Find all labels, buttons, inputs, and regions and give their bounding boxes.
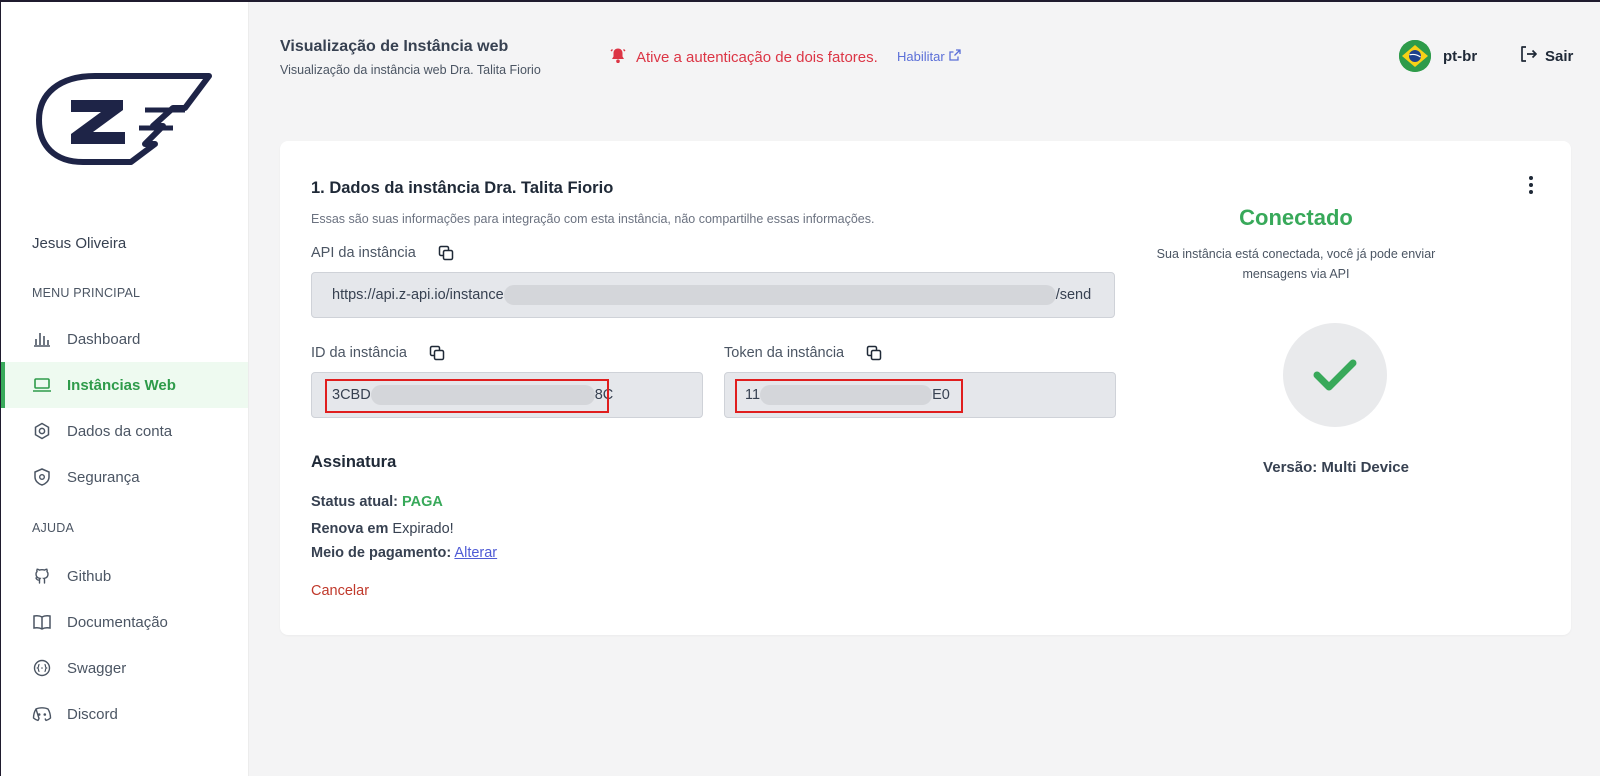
sidebar-item-label: Segurança [67,468,140,486]
language-label: pt-br [1443,47,1478,65]
copy-id-icon[interactable] [429,345,445,361]
sidebar-item-label: Documentação [67,613,168,631]
logout-icon [1519,45,1537,67]
red-highlight-id [325,379,609,413]
bar-chart-icon [32,329,52,349]
sidebar: Jesus Oliveira MENU PRINCIPAL Dashboard … [1,2,249,776]
api-url-suffix: /send [1055,287,1092,303]
enable-2fa-link[interactable]: Habilitar [897,49,961,64]
enable-2fa-label: Habilitar [897,49,945,64]
brazil-flag-icon [1399,40,1431,72]
payment-row: Meio de pagamento: Alterar [311,545,497,561]
sidebar-item-label: Github [67,567,112,585]
status-value: PAGA [402,494,443,510]
redacted-segment [503,285,1056,305]
alert-text: Ative a autenticação de dois fatores. [636,49,878,66]
main-menu-label: MENU PRINCIPAL [32,286,141,300]
swagger-icon [32,658,52,678]
connected-check-icon [1283,323,1387,427]
status-row: Status atual: PAGA [311,494,443,510]
instance-description: Essas são suas informações para integraç… [311,212,875,226]
page-title: Visualização de Instância web [280,38,509,55]
sidebar-item-dashboard[interactable]: Dashboard [1,316,248,362]
logout-button[interactable]: Sair [1519,45,1573,67]
page-subtitle: Visualização da instância web Dra. Talit… [280,63,541,77]
sidebar-item-discord[interactable]: Discord [1,691,248,737]
sidebar-item-github[interactable]: Github [1,553,248,599]
change-payment-link[interactable]: Alterar [454,545,497,561]
sidebar-item-label: Discord [67,705,118,723]
connection-status: Conectado [1239,205,1353,230]
instance-card: 1. Dados da instância Dra. Talita Fiorio… [280,141,1571,635]
help-menu-label: AJUDA [32,521,74,535]
instance-title: 1. Dados da instância Dra. Talita Fiorio [311,179,614,197]
payment-label: Meio de pagamento: [311,545,452,561]
shield-icon [32,467,52,487]
sidebar-item-label: Swagger [67,659,127,677]
gear-icon [32,421,52,441]
user-name: Jesus Oliveira [32,235,127,252]
connection-description: Sua instância está conectada, você já po… [1156,247,1436,281]
copy-api-icon[interactable] [438,245,454,261]
token-label-row: Token da instância [724,345,882,361]
token-label: Token da instância [724,345,845,361]
renew-row: Renova em Expirado! [311,521,454,537]
api-url-prefix: https://api.z-api.io/instance [332,287,504,303]
api-label: API da instância [311,245,416,261]
sidebar-item-seguranca[interactable]: Segurança [1,454,248,500]
copy-token-icon[interactable] [866,345,882,361]
logout-label: Sair [1545,47,1574,65]
api-url-field[interactable]: https://api.z-api.io/instance /send [311,272,1115,318]
bell-icon [610,47,626,68]
github-icon [32,566,52,586]
discord-icon [32,704,52,724]
external-link-icon [949,49,961,64]
sidebar-item-dados-da-conta[interactable]: Dados da conta [1,408,248,454]
version-label: Versão: Multi Device [1263,459,1409,476]
subscription-title: Assinatura [311,453,397,471]
sidebar-item-label: Dados da conta [67,422,173,440]
laptop-icon [32,375,52,395]
id-label: ID da instância [311,345,407,361]
status-label: Status atual: [311,494,399,510]
book-icon [32,612,52,632]
api-label-row: API da instância [311,245,454,261]
sidebar-item-label: Dashboard [67,330,141,348]
sidebar-item-documentacao[interactable]: Documentação [1,599,248,645]
sidebar-item-swagger[interactable]: Swagger [1,645,248,691]
two-factor-alert: Ative a autenticação de dois fatores. [610,47,878,68]
renew-value: Expirado! [392,521,454,537]
more-options-icon[interactable] [1523,173,1539,197]
sidebar-item-label: Instâncias Web [67,376,176,394]
red-highlight-token [735,379,963,413]
sidebar-item-instancias-web[interactable]: Instâncias Web [1,362,248,408]
language-selector[interactable]: pt-br [1399,40,1477,72]
z-api-logo[interactable] [35,70,217,170]
cancel-subscription-link[interactable]: Cancelar [311,583,369,599]
id-label-row: ID da instância [311,345,445,361]
renew-label: Renova em [311,521,389,537]
